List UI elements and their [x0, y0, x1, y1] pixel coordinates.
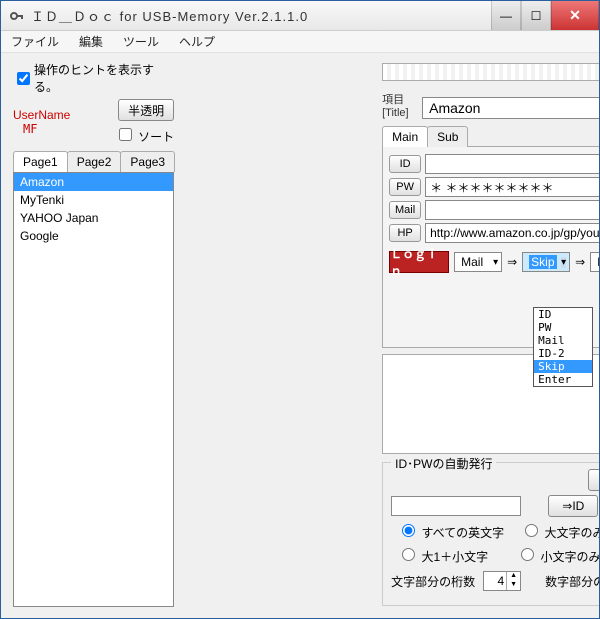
window-title: ＩＤ＿Ｄｏｃ for USB-Memory Ver.2.1.1.0 — [31, 6, 491, 25]
hint-checkbox[interactable] — [17, 72, 30, 85]
close-button[interactable]: ✕ — [551, 1, 599, 30]
option[interactable]: Enter — [534, 373, 592, 386]
menu-edit[interactable]: 編集 — [79, 33, 103, 50]
tab-page3[interactable]: Page3 — [120, 151, 175, 172]
hint-label: 操作のヒントを表示する。 — [34, 61, 174, 95]
app-window: ＩＤ＿Ｄｏｃ for USB-Memory Ver.2.1.1.0 — ☐ ✕ … — [0, 0, 600, 619]
id-input[interactable] — [425, 154, 600, 174]
title-field-label: 項目 [Title] — [382, 91, 422, 119]
menu-file[interactable]: ファイル — [11, 33, 59, 50]
seq-step1-select[interactable]: Mail — [454, 252, 502, 272]
tab-main[interactable]: Main — [382, 126, 428, 147]
arrow-icon: ⇒ — [507, 255, 517, 269]
seq-step2-options[interactable]: ID PW Mail ID-2 Skip Enter — [533, 307, 593, 387]
option[interactable]: PW — [534, 321, 592, 334]
arrow-icon: ⇒ — [575, 255, 585, 269]
list-item[interactable]: MyTenki — [14, 191, 173, 209]
to-id-button[interactable]: ⇒ID — [548, 495, 598, 517]
pw-input[interactable] — [425, 177, 600, 197]
menubar: ファイル 編集 ツール ヘルプ — [1, 31, 599, 53]
login-button[interactable]: Ｌｏｇｉｎ — [389, 251, 449, 273]
hp-input[interactable] — [425, 223, 600, 243]
key-icon — [9, 8, 25, 24]
radio-lower-only[interactable]: 小文字のみ — [516, 545, 600, 565]
radio-all-letters[interactable]: すべての英文字 — [397, 521, 504, 541]
title-input[interactable] — [422, 97, 600, 119]
tab-sub[interactable]: Sub — [427, 126, 468, 147]
list-item[interactable]: YAHOO Japan — [14, 209, 173, 227]
hp-label: HP — [389, 224, 421, 242]
sort-label: ソート — [138, 130, 174, 144]
username-label: UserName — [13, 108, 70, 122]
progress-bar — [382, 63, 600, 81]
option[interactable]: Skip — [534, 360, 592, 373]
auto-issue-legend: ID･PWの自動発行 — [391, 455, 496, 472]
issue-output[interactable] — [391, 496, 521, 516]
mail-input[interactable] — [425, 200, 600, 220]
list-item[interactable]: Amazon — [14, 173, 173, 191]
letters-len-label: 文字部分の桁数 — [391, 573, 475, 590]
id-label: ID — [389, 155, 421, 173]
titlebar: ＩＤ＿Ｄｏｃ for USB-Memory Ver.2.1.1.0 — ☐ ✕ — [1, 1, 599, 31]
mail-label: Mail — [389, 201, 421, 219]
option[interactable]: ID — [534, 308, 592, 321]
minimize-button[interactable]: — — [491, 1, 521, 30]
radio-mix-case[interactable]: 大1＋小文字 — [397, 545, 488, 565]
list-item[interactable]: Google — [14, 227, 173, 245]
menu-help[interactable]: ヘルプ — [179, 33, 215, 50]
auto-issue-group: ID･PWの自動発行 発行 ⇒ID ⇒PW コピー すべての英文字 — [382, 462, 600, 606]
pw-label: PW — [389, 178, 421, 196]
issue-button[interactable]: 発行 — [588, 469, 600, 491]
sort-checkbox[interactable] — [119, 128, 132, 141]
option[interactable]: Mail — [534, 334, 592, 347]
seq-step2-select[interactable]: Skip — [522, 252, 570, 272]
digits-len-label: 数字部分の桁数 — [545, 573, 600, 590]
tab-page1[interactable]: Page1 — [13, 151, 68, 172]
entry-list[interactable]: Amazon MyTenki YAHOO Japan Google — [13, 172, 174, 607]
option[interactable]: ID-2 — [534, 347, 592, 360]
letters-len-spinner[interactable]: ▲▼ — [483, 571, 521, 591]
seq-step3-select[interactable]: PW — [590, 252, 600, 272]
main-panel: ID コピー [Main] PW コピー Mail コピー — [382, 146, 600, 348]
tab-page2[interactable]: Page2 — [67, 151, 122, 172]
maximize-button[interactable]: ☐ — [521, 1, 551, 30]
semitransparent-button[interactable]: 半透明 — [118, 99, 174, 121]
page-tabs: Page1 Page2 Page3 — [13, 151, 174, 172]
radio-upper-only[interactable]: 大文字のみ — [520, 521, 600, 541]
username-value: MF — [23, 122, 70, 136]
menu-tools[interactable]: ツール — [123, 33, 159, 50]
